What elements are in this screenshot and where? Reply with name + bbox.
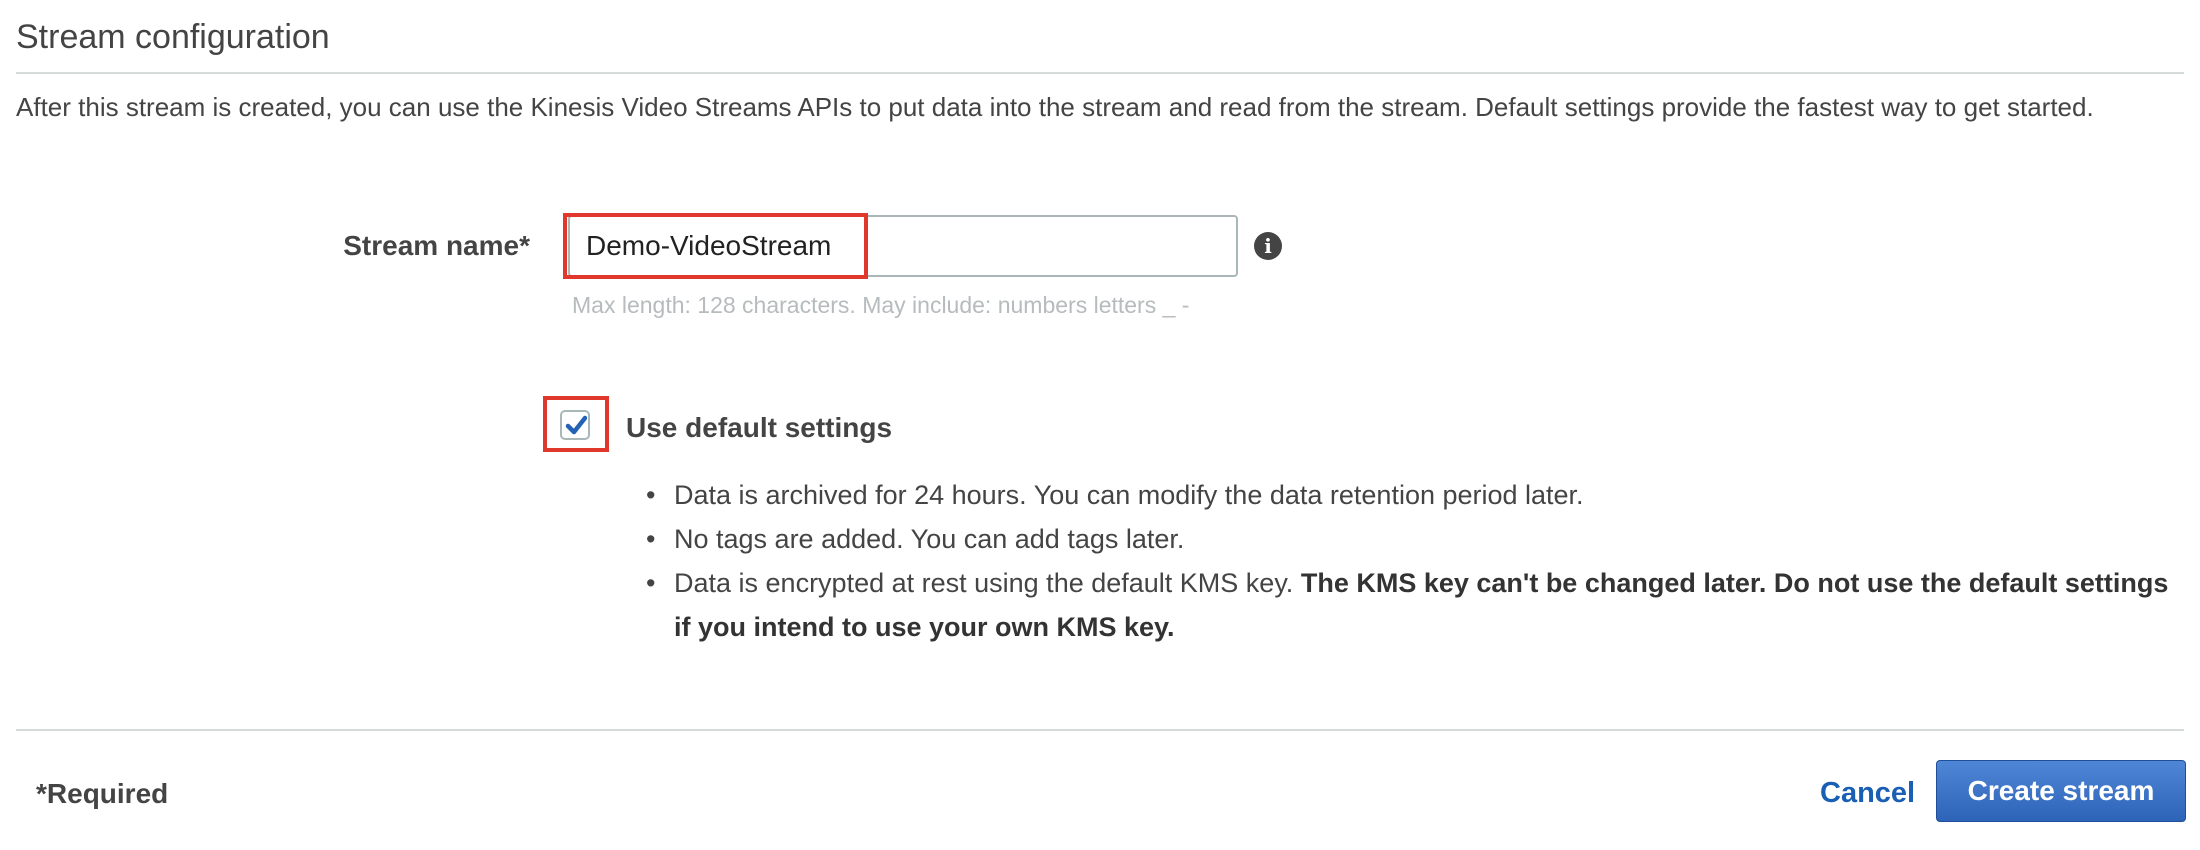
checkmark-icon — [565, 415, 587, 435]
use-default-settings-label[interactable]: Use default settings — [626, 412, 892, 444]
create-stream-button[interactable]: Create stream — [1936, 760, 2186, 822]
section-divider — [16, 72, 2184, 74]
use-default-settings-checkbox[interactable] — [560, 410, 590, 440]
stream-name-input[interactable] — [568, 215, 1238, 277]
section-description: After this stream is created, you can us… — [16, 92, 2094, 122]
cancel-button[interactable]: Cancel — [1820, 777, 1915, 810]
section-title: Stream configuration — [16, 18, 330, 56]
info-icon[interactable]: i — [1254, 232, 1282, 260]
footer-divider — [16, 729, 2184, 731]
list-item-kms: Data is encrypted at rest using the defa… — [646, 561, 2184, 649]
required-note: *Required — [36, 778, 169, 809]
default-settings-list: Data is archived for 24 hours. You can m… — [646, 473, 2184, 649]
stream-name-hint: Max length: 128 characters. May include:… — [572, 292, 1190, 318]
stream-name-label: Stream name* — [343, 230, 530, 261]
list-item: Data is archived for 24 hours. You can m… — [646, 473, 2184, 517]
kms-text: Data is encrypted at rest using the defa… — [674, 568, 1301, 598]
list-item: No tags are added. You can add tags late… — [646, 517, 2184, 561]
